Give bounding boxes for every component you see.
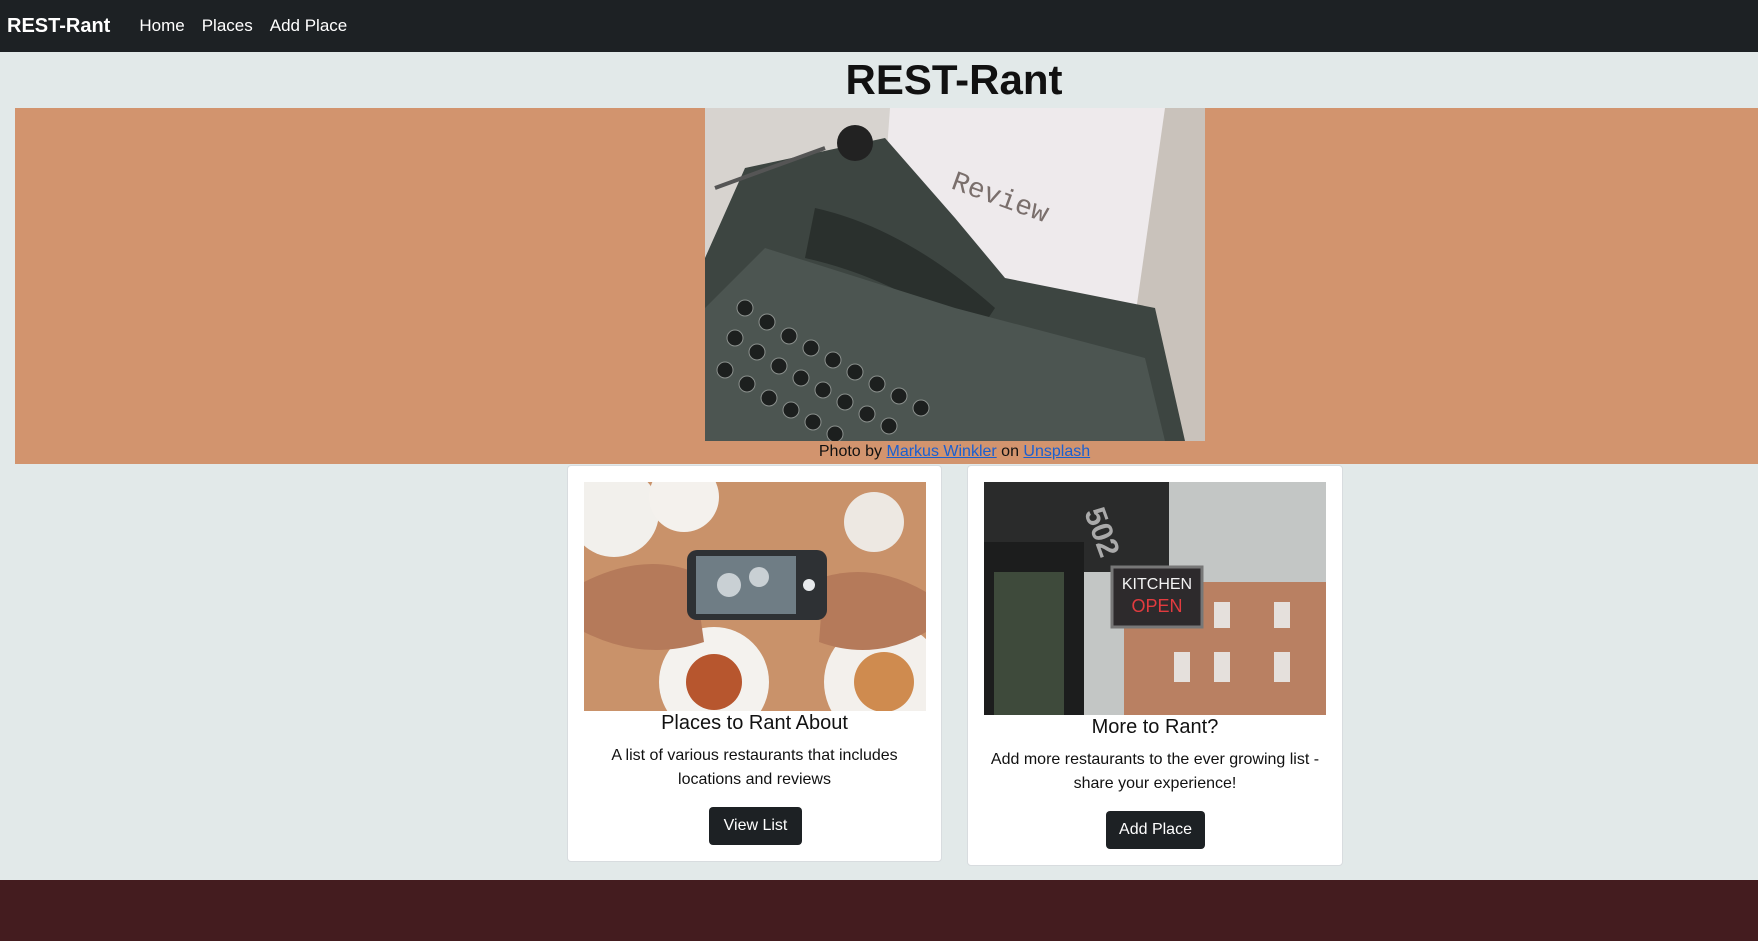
card-text: Add more restaurants to the ever growing…	[990, 751, 1320, 792]
sign-kitchen: KITCHEN	[1122, 576, 1192, 593]
add-place-button[interactable]: Add Place	[1106, 811, 1205, 849]
card-title: Places to Rant About	[661, 712, 848, 734]
hero-image-typewriter: Review	[705, 108, 1205, 441]
nav-link-places[interactable]: Places	[202, 16, 253, 36]
caption-prefix: Photo by	[818, 443, 887, 460]
card-image-kitchen-open: 502 KITCHEN OPEN	[984, 482, 1326, 715]
caption-source-link[interactable]: Unsplash	[1023, 443, 1090, 460]
sign-open: OPEN	[1131, 596, 1182, 616]
card-add-more: 502 KITCHEN OPEN More to Rant? Add more …	[967, 465, 1343, 866]
nav-link-home[interactable]: Home	[139, 16, 184, 36]
navbar: REST-Rant Home Places Add Place	[0, 0, 1758, 52]
caption-middle: on	[996, 443, 1024, 460]
card-text: A list of various restaurants that inclu…	[611, 747, 898, 788]
footer	[0, 880, 1758, 941]
page-title: REST-Rant	[845, 56, 1063, 103]
card-places: Places to Rant About A list of various r…	[567, 465, 942, 862]
card-title: More to Rant?	[1091, 716, 1219, 738]
card-image-food-phone	[584, 482, 926, 711]
nav-link-add-place[interactable]: Add Place	[270, 16, 348, 36]
hero-photo-credit: Photo by Markus Winkler on Unsplash	[15, 442, 1758, 462]
view-list-button[interactable]: View List	[709, 807, 802, 845]
hero-banner: Review Photo by Markus Winkler on Unspla…	[15, 108, 1758, 464]
caption-author-link[interactable]: Markus Winkler	[886, 443, 996, 460]
navbar-brand[interactable]: REST-Rant	[7, 15, 110, 38]
